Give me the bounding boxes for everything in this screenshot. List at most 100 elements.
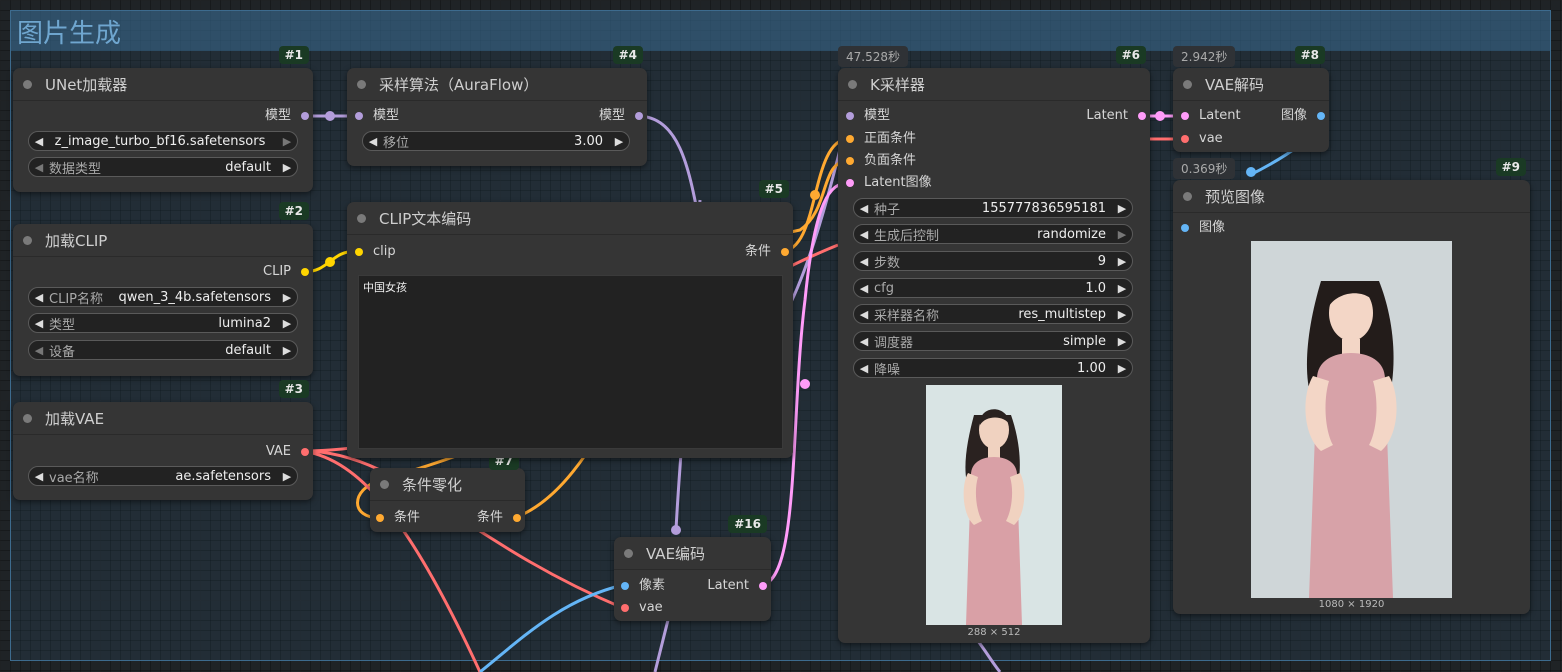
slot-dot-icon[interactable] bbox=[846, 157, 854, 165]
slot-dot-icon[interactable] bbox=[376, 514, 384, 522]
widget-control-after-generate[interactable]: ◀ 生成后控制 randomize ▶ bbox=[853, 224, 1133, 244]
preview-image[interactable] bbox=[926, 385, 1062, 625]
node-header[interactable]: 采样算法（AuraFlow） bbox=[347, 68, 647, 101]
node-header[interactable]: 加载CLIP bbox=[13, 224, 313, 257]
input-latent-image[interactable]: Latent图像 bbox=[844, 174, 932, 192]
input-model[interactable]: 模型 bbox=[353, 107, 399, 125]
decrement-arrow-icon[interactable]: ◀ bbox=[854, 335, 874, 348]
node-unet-loader[interactable]: #1 UNet加载器 模型 ◀ z_image_turbo_bf16.safete… bbox=[13, 46, 313, 192]
slot-dot-icon[interactable] bbox=[1317, 112, 1325, 120]
widget-clip-name[interactable]: ◀ CLIP名称 qwen_3_4b.safetensors ▶ bbox=[28, 287, 298, 307]
slot-dot-icon[interactable] bbox=[301, 268, 309, 276]
increment-arrow-icon[interactable]: ▶ bbox=[1112, 255, 1132, 268]
output-image[interactable]: 图像 bbox=[1281, 107, 1327, 125]
node-clip-text-encode[interactable]: #5 CLIP文本编码 clip 条件 中国女孩 bbox=[347, 180, 793, 458]
collapse-dot-icon[interactable] bbox=[380, 479, 389, 489]
collapse-dot-icon[interactable] bbox=[848, 79, 857, 89]
decrement-arrow-icon[interactable]: ◀ bbox=[854, 202, 874, 215]
slot-dot-icon[interactable] bbox=[846, 112, 854, 120]
input-vae[interactable]: vae bbox=[1179, 130, 1223, 148]
output-image-preview[interactable] bbox=[1251, 241, 1452, 598]
node-header[interactable]: 预览图像 bbox=[1173, 180, 1530, 213]
collapse-dot-icon[interactable] bbox=[23, 79, 32, 89]
slot-dot-icon[interactable] bbox=[621, 604, 629, 612]
slot-dot-icon[interactable] bbox=[759, 582, 767, 590]
slot-dot-icon[interactable] bbox=[513, 514, 521, 522]
node-header[interactable]: VAE编码 bbox=[614, 537, 771, 570]
widget-dtype[interactable]: ◀ 数据类型 default ▶ bbox=[28, 157, 298, 177]
increment-arrow-icon[interactable]: ▶ bbox=[1112, 228, 1132, 241]
increment-arrow-icon[interactable]: ▶ bbox=[277, 317, 297, 330]
output-conditioning[interactable]: 条件 bbox=[745, 243, 791, 261]
increment-arrow-icon[interactable]: ▶ bbox=[277, 470, 297, 483]
slot-dot-icon[interactable] bbox=[1181, 135, 1189, 143]
increment-arrow-icon[interactable]: ▶ bbox=[1112, 202, 1132, 215]
input-vae[interactable]: vae bbox=[619, 599, 663, 617]
input-positive[interactable]: 正面条件 bbox=[844, 130, 916, 148]
widget-sampler-name[interactable]: ◀ 采样器名称 res_multistep ▶ bbox=[853, 304, 1133, 324]
node-preview-image[interactable]: 0.369秒 #9 预览图像 图像 1080 × 1920 bbox=[1173, 158, 1530, 614]
widget-unet-name[interactable]: ◀ z_image_turbo_bf16.safetensors ▶ bbox=[28, 131, 298, 151]
collapse-dot-icon[interactable] bbox=[23, 413, 32, 423]
input-image[interactable]: 图像 bbox=[1179, 219, 1225, 237]
widget-clip-type[interactable]: ◀ 类型 lumina2 ▶ bbox=[28, 313, 298, 333]
decrement-arrow-icon[interactable]: ◀ bbox=[29, 291, 49, 304]
widget-seed[interactable]: ◀ 种子 155777836595181 ▶ bbox=[853, 198, 1133, 218]
increment-arrow-icon[interactable]: ▶ bbox=[277, 135, 297, 148]
decrement-arrow-icon[interactable]: ◀ bbox=[29, 470, 49, 483]
input-conditioning[interactable]: 条件 bbox=[374, 509, 420, 527]
slot-dot-icon[interactable] bbox=[621, 582, 629, 590]
slot-dot-icon[interactable] bbox=[846, 135, 854, 143]
node-header[interactable]: UNet加载器 bbox=[13, 68, 313, 101]
input-pixels[interactable]: 像素 bbox=[619, 577, 665, 595]
collapse-dot-icon[interactable] bbox=[357, 213, 366, 223]
output-latent[interactable]: Latent bbox=[707, 577, 769, 595]
slot-dot-icon[interactable] bbox=[781, 248, 789, 256]
widget-denoise[interactable]: ◀ 降噪 1.00 ▶ bbox=[853, 358, 1133, 378]
output-conditioning[interactable]: 条件 bbox=[477, 509, 523, 527]
slot-dot-icon[interactable] bbox=[355, 248, 363, 256]
widget-cfg[interactable]: ◀ cfg 1.0 ▶ bbox=[853, 278, 1133, 298]
node-vae-decode[interactable]: 2.942秒 #8 VAE解码 Latent vae 图像 bbox=[1173, 46, 1329, 152]
increment-arrow-icon[interactable]: ▶ bbox=[1112, 335, 1132, 348]
slot-dot-icon[interactable] bbox=[846, 179, 854, 187]
prompt-textarea[interactable]: 中国女孩 bbox=[358, 275, 783, 449]
increment-arrow-icon[interactable]: ▶ bbox=[277, 344, 297, 357]
slot-dot-icon[interactable] bbox=[355, 112, 363, 120]
input-model[interactable]: 模型 bbox=[844, 107, 890, 125]
slot-dot-icon[interactable] bbox=[301, 112, 309, 120]
node-header[interactable]: 加载VAE bbox=[13, 402, 313, 435]
decrement-arrow-icon[interactable]: ◀ bbox=[29, 317, 49, 330]
collapse-dot-icon[interactable] bbox=[1183, 191, 1192, 201]
slot-dot-icon[interactable] bbox=[1181, 224, 1189, 232]
increment-arrow-icon[interactable]: ▶ bbox=[1112, 308, 1132, 321]
widget-clip-device[interactable]: ◀ 设备 default ▶ bbox=[28, 340, 298, 360]
decrement-arrow-icon[interactable]: ◀ bbox=[29, 161, 49, 174]
collapse-dot-icon[interactable] bbox=[357, 79, 366, 89]
slot-dot-icon[interactable] bbox=[1138, 112, 1146, 120]
decrement-arrow-icon[interactable]: ◀ bbox=[854, 362, 874, 375]
increment-arrow-icon[interactable]: ▶ bbox=[277, 291, 297, 304]
node-header[interactable]: VAE解码 bbox=[1173, 68, 1329, 101]
input-clip[interactable]: clip bbox=[353, 243, 396, 261]
collapse-dot-icon[interactable] bbox=[624, 548, 633, 558]
input-latent[interactable]: Latent bbox=[1179, 107, 1241, 125]
slot-dot-icon[interactable] bbox=[635, 112, 643, 120]
node-header[interactable]: K采样器 bbox=[838, 68, 1150, 101]
decrement-arrow-icon[interactable]: ◀ bbox=[854, 282, 874, 295]
increment-arrow-icon[interactable]: ▶ bbox=[1112, 282, 1132, 295]
node-ksampler[interactable]: 47.528秒 #6 K采样器 模型 正面条件 负面条件 Latent图像 La… bbox=[838, 46, 1150, 643]
increment-arrow-icon[interactable]: ▶ bbox=[609, 135, 629, 148]
output-model[interactable]: 模型 bbox=[599, 107, 645, 125]
decrement-arrow-icon[interactable]: ◀ bbox=[854, 228, 874, 241]
widget-scheduler[interactable]: ◀ 调度器 simple ▶ bbox=[853, 331, 1133, 351]
node-header[interactable]: CLIP文本编码 bbox=[347, 202, 793, 235]
collapse-dot-icon[interactable] bbox=[1183, 79, 1192, 89]
widget-vae-name[interactable]: ◀ vae名称 ae.safetensors ▶ bbox=[28, 466, 298, 486]
decrement-arrow-icon[interactable]: ◀ bbox=[854, 308, 874, 321]
decrement-arrow-icon[interactable]: ◀ bbox=[363, 135, 383, 148]
widget-shift[interactable]: ◀ 移位 3.00 ▶ bbox=[362, 131, 630, 151]
collapse-dot-icon[interactable] bbox=[23, 235, 32, 245]
output-model[interactable]: 模型 bbox=[265, 107, 311, 125]
node-header[interactable]: 条件零化 bbox=[370, 468, 525, 501]
